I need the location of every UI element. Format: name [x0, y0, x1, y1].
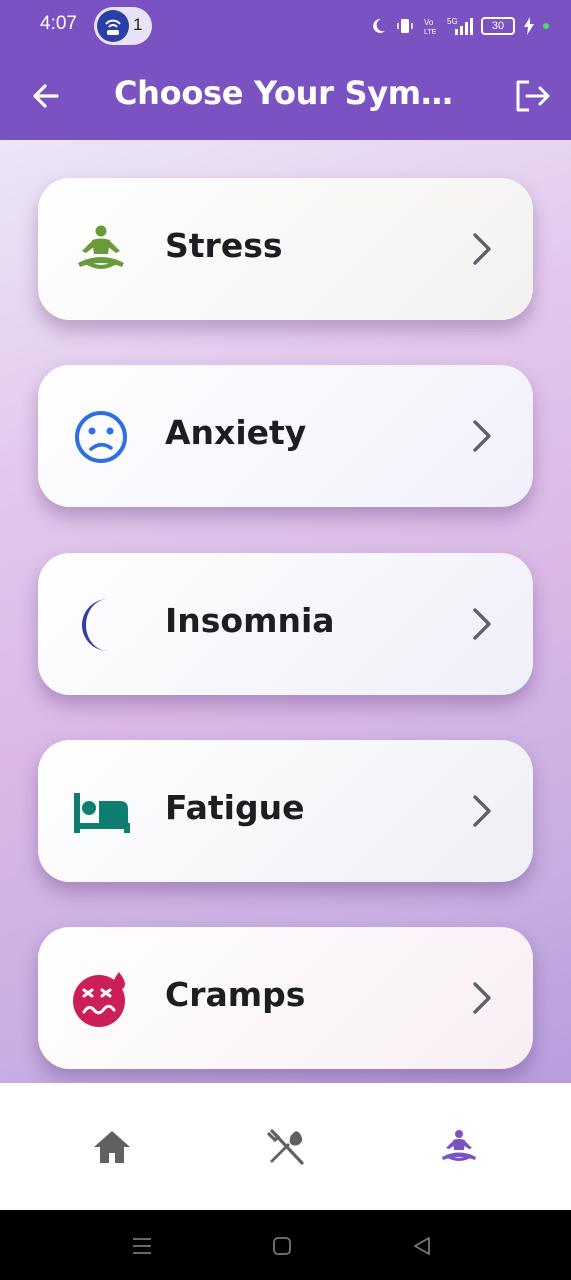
system-icons: Vo LTE 5G 30 — [369, 14, 549, 38]
confused-face-icon — [75, 411, 127, 463]
bottom-nav — [0, 1083, 571, 1210]
page-title: Choose Your Sympt... — [114, 74, 459, 112]
battery-icon: 30 — [481, 17, 515, 35]
symptom-label: Fatigue — [165, 788, 305, 827]
meditation-icon — [78, 225, 124, 269]
home-icon[interactable] — [92, 1127, 132, 1167]
back-button-icon[interactable] — [410, 1234, 434, 1258]
symptom-card-insomnia[interactable]: Insomnia — [38, 553, 533, 695]
status-dot — [543, 23, 549, 29]
bed-icon — [74, 793, 130, 833]
home-button-icon[interactable] — [270, 1234, 294, 1258]
restaurant-icon[interactable] — [266, 1127, 306, 1167]
chevron-right-icon — [473, 795, 491, 827]
symptom-label: Stress — [165, 226, 283, 265]
chevron-right-icon — [473, 233, 491, 265]
svg-text:5G: 5G — [447, 17, 458, 26]
symptom-label: Cramps — [165, 975, 306, 1014]
recent-apps-icon[interactable] — [130, 1234, 154, 1258]
symptom-card-anxiety[interactable]: Anxiety — [38, 365, 533, 507]
dizzy-face-icon — [73, 972, 125, 1027]
symptom-card-cramps[interactable]: Cramps — [38, 927, 533, 1069]
symptom-card-fatigue[interactable]: Fatigue — [38, 740, 533, 882]
chevron-right-icon — [473, 420, 491, 452]
symptom-label: Insomnia — [165, 601, 335, 640]
status-time: 4:07 — [40, 13, 77, 34]
hotspot-icon — [97, 10, 129, 42]
chevron-right-icon — [473, 982, 491, 1014]
signal-5g-icon: 5G — [447, 17, 473, 35]
svg-text:Vo: Vo — [424, 18, 434, 27]
chevron-right-icon — [473, 608, 491, 640]
dnd-moon-icon — [373, 18, 385, 33]
volte-icon: Vo LTE — [424, 18, 437, 36]
symptom-list: Stress Anxiety Insomnia Fatigue Cramps — [0, 140, 571, 1083]
symptom-label: Anxiety — [165, 413, 307, 452]
hotspot-pill[interactable]: 1 — [94, 7, 152, 45]
status-bar: 4:07 1 Vo LTE 5G 30 — [0, 0, 571, 52]
notification-count: 1 — [133, 15, 143, 34]
app-bar: Choose Your Sympt... — [0, 52, 571, 140]
svg-text:LTE: LTE — [424, 29, 437, 36]
charging-icon — [524, 17, 534, 35]
logout-icon[interactable] — [512, 76, 552, 116]
vibrate-icon — [397, 19, 413, 33]
symptom-card-stress[interactable]: Stress — [38, 178, 533, 320]
meditation-icon[interactable] — [439, 1127, 479, 1167]
system-navigation-bar — [0, 1210, 571, 1280]
moon-icon — [82, 599, 108, 651]
back-arrow-icon[interactable] — [26, 76, 66, 116]
header: 4:07 1 Vo LTE 5G 30 Choose Your Sympt... — [0, 0, 571, 140]
